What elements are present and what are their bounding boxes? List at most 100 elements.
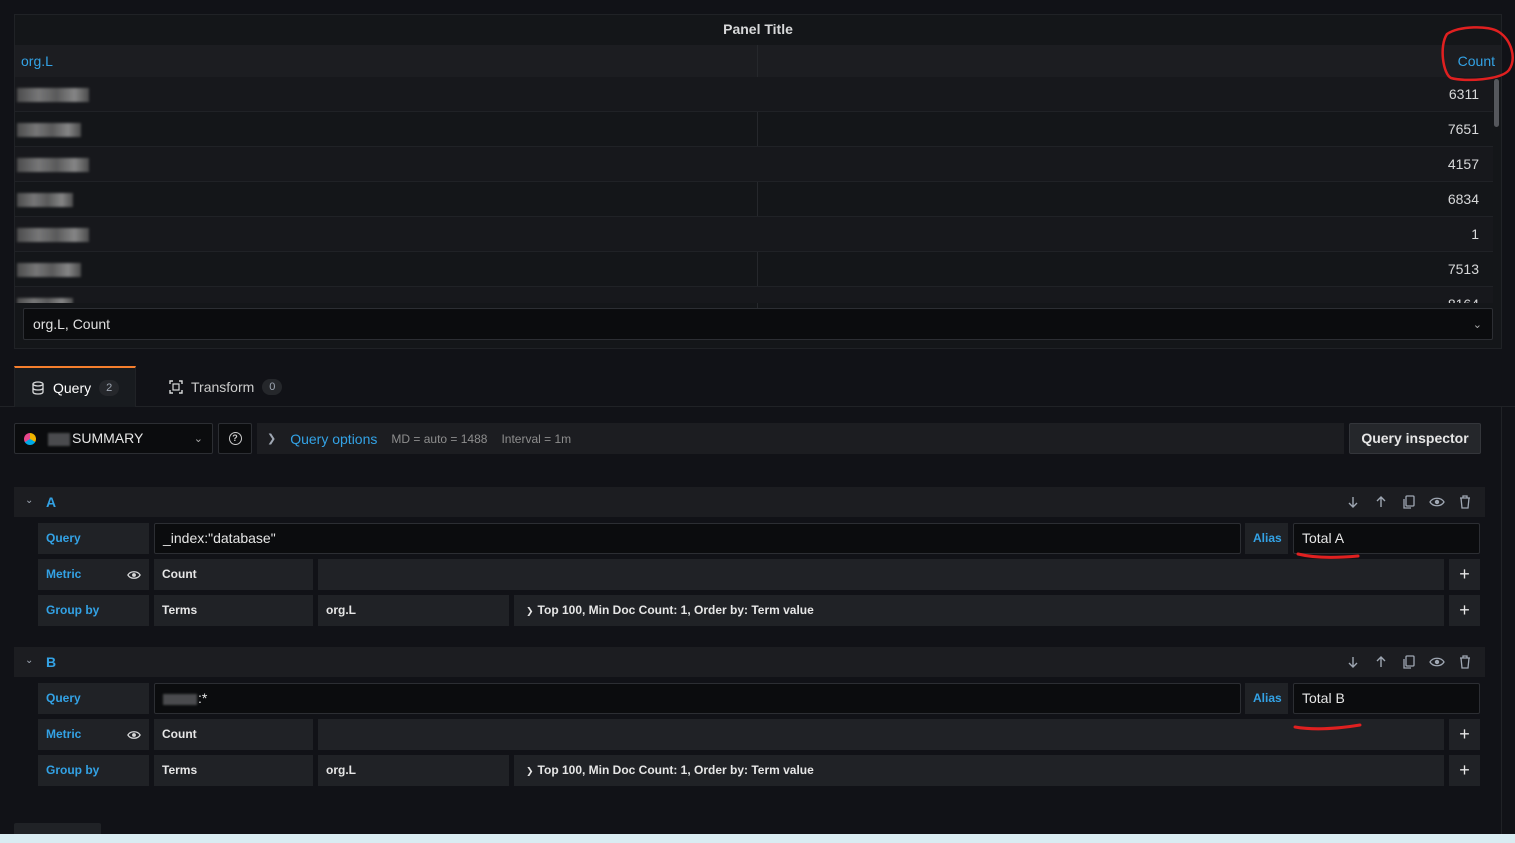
count-cell: 7651 [1447,121,1479,137]
table-row: 6834 [15,182,1493,217]
count-cell: 6311 [1448,86,1479,102]
table-row: 7513 [15,252,1493,287]
chevron-right-icon: ❯ [526,606,534,616]
database-icon [31,380,45,395]
chevron-down-icon[interactable]: ⌄ [25,655,33,666]
count-cell: 7513 [1447,261,1479,277]
count-cell: 1 [1471,226,1479,242]
table-header: org.L Count [15,45,1501,315]
trash-icon[interactable] [1457,654,1473,670]
query-inspector-button[interactable]: Query inspector [1349,423,1481,454]
alias-label: Alias [1245,683,1288,714]
groupby-field-select[interactable]: org.L [318,755,509,786]
groupby-label: Group by [38,755,149,786]
query-row-actions [1345,654,1473,670]
groupby-field-select[interactable]: org.L [318,595,509,626]
groupby-label: Group by [38,595,149,626]
tab-query-count: 2 [99,379,120,396]
question-circle-icon: ? [228,432,242,445]
table-row: 8164 [15,287,1493,303]
groupby-options-text: Top 100, Min Doc Count: 1, Order by: Ter… [537,603,814,617]
alias-input-b[interactable]: Total B [1293,683,1480,714]
metric-label-text: Metric [46,567,82,581]
redacted-cell [17,228,89,242]
duplicate-icon[interactable] [1401,494,1417,510]
chevron-down-icon: ⌄ [1472,319,1482,331]
table-row: 7651 [15,112,1493,147]
query-letter-a[interactable]: A [46,487,56,517]
bottom-edge [0,834,1515,843]
metric-label-text: Metric [46,727,82,741]
tab-transform-label: Transform [191,378,255,395]
table-row: 6311 [15,77,1493,112]
query-label: Query [38,683,149,714]
metric-type-select[interactable]: Count [154,719,313,750]
groupby-options[interactable]: ❯ Top 100, Min Doc Count: 1, Order by: Te… [514,755,1444,786]
query-input-b[interactable]: :* [154,683,1241,714]
max-data-points-info: MD = auto = 1488 [391,431,488,446]
metric-label[interactable]: Metric [38,719,149,750]
chevron-down-icon: ⌄ [193,433,203,445]
query-input-b-value: :* [198,690,208,706]
editor-tabs: Query 2 Transform 0 [0,366,1515,407]
query-row-header-b[interactable]: ⌄ B [14,647,1485,677]
groupby-type-select[interactable]: Terms [154,595,313,626]
tab-transform[interactable]: Transform 0 [153,366,303,407]
groupby-options-text: Top 100, Min Doc Count: 1, Order by: Ter… [537,763,814,777]
query-letter-b[interactable]: B [46,647,56,677]
redacted-query-prefix [163,693,197,705]
transform-icon [169,379,183,394]
chevron-right-icon: ❯ [526,766,534,776]
table-scrollbar[interactable] [1494,79,1499,127]
trash-icon[interactable] [1457,494,1473,510]
tab-query[interactable]: Query 2 [14,366,136,407]
chevron-right-icon: ❯ [267,433,277,445]
annotation-underline-b [1293,723,1362,731]
move-down-icon[interactable] [1345,654,1361,670]
count-cell: 8164 [1448,287,1479,303]
table-row: 4157 [15,147,1493,182]
redacted-cell [17,158,89,172]
eye-icon[interactable] [1429,494,1445,510]
query-row-actions [1345,494,1473,510]
eye-icon[interactable] [127,728,141,742]
count-cell: 6834 [1447,191,1479,207]
move-up-icon[interactable] [1373,654,1389,670]
help-button[interactable]: ? [218,423,252,454]
eye-icon[interactable] [1429,654,1445,670]
query-options-bar[interactable]: ❯ Query options MD = auto = 1488 Interva… [257,423,1344,454]
add-groupby-button[interactable]: + [1449,595,1480,626]
query-options-label[interactable]: Query options [290,431,377,447]
move-up-icon[interactable] [1373,494,1389,510]
alias-label: Alias [1245,523,1288,554]
redacted-cell [17,298,73,303]
panel-title[interactable]: Panel Title [15,15,1501,45]
metric-label[interactable]: Metric [38,559,149,590]
redacted-cell [17,193,73,207]
table-body: 6311 7651 4157 6834 1 7513 8164 [15,77,1493,303]
groupby-type-select[interactable]: Terms [154,755,313,786]
column-select-dropdown[interactable]: org.L, Count ⌄ [23,308,1493,340]
query-row-header-a[interactable]: ⌄ A [14,487,1485,517]
add-metric-button[interactable]: + [1449,559,1480,590]
redacted-cell [17,263,81,277]
tab-transform-count: 0 [262,378,283,395]
duplicate-icon[interactable] [1401,654,1417,670]
chevron-down-icon[interactable]: ⌄ [25,495,33,506]
table-panel: Panel Title org.L Count 6311 7651 4157 6… [14,14,1502,349]
add-groupby-button[interactable]: + [1449,755,1480,786]
eye-icon[interactable] [127,568,141,582]
column-header-org-l[interactable]: org.L [21,45,53,77]
groupby-options[interactable]: ❯ Top 100, Min Doc Count: 1, Order by: Te… [514,595,1444,626]
redacted-cell [17,88,89,102]
redacted-cell [17,123,81,137]
move-down-icon[interactable] [1345,494,1361,510]
metric-type-select[interactable]: Count [154,559,313,590]
table-row: 1 [15,217,1493,252]
query-input-a[interactable]: _index:"database" [154,523,1241,554]
interval-info: Interval = 1m [501,431,572,446]
count-cell: 4157 [1447,156,1479,172]
datasource-picker[interactable]: SUMMARY ⌄ [14,423,213,454]
datasource-name: SUMMARY [72,430,144,446]
add-metric-button[interactable]: + [1449,719,1480,750]
